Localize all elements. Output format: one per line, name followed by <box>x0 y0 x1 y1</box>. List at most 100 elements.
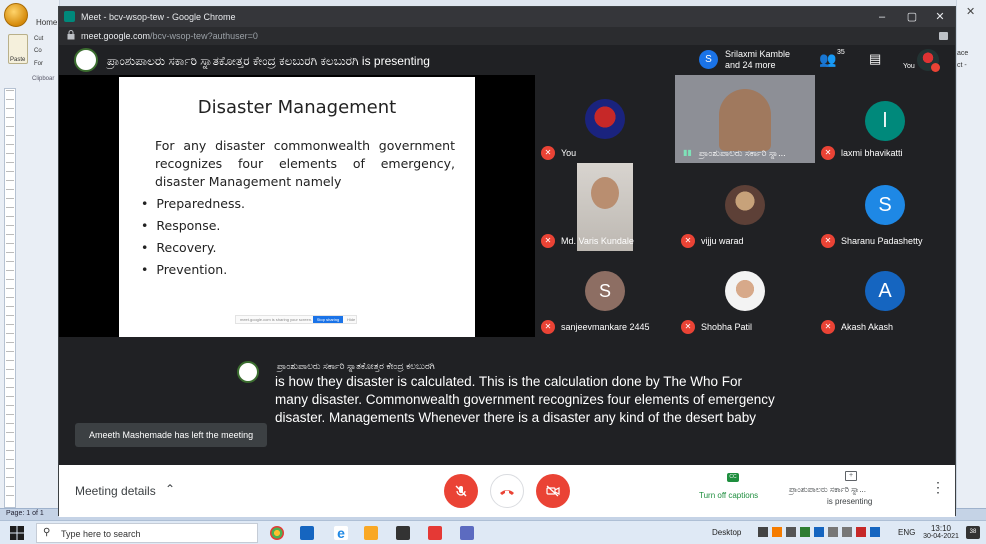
stop-sharing-button[interactable]: Stop sharing <box>313 316 343 323</box>
mic-muted-icon: ✕ <box>821 320 835 334</box>
microphone-off-icon <box>455 485 467 497</box>
tray-icon[interactable] <box>856 527 866 537</box>
app-taskbar-icon[interactable] <box>428 526 442 540</box>
participant-tile[interactable]: ✕ Shobha Patil <box>675 251 815 337</box>
mail-taskbar-icon[interactable] <box>300 526 314 540</box>
participant-tile[interactable]: l ✕ laxmi bhavikatti <box>815 75 955 163</box>
participant-tile[interactable]: S ✕ sanjeevmankare 2445 <box>535 251 675 337</box>
camera-off-button[interactable] <box>536 474 570 508</box>
participant-name: vijju warad <box>701 236 744 246</box>
participant-tile[interactable]: ▮▮ ಪ್ರಾಂಶುಪಾಲರು ಸರ್ಕಾರಿ ಸ್ನಾ... <box>675 75 815 163</box>
windows-taskbar: ⚲ Type here to search e Desktop ENG 13:1… <box>0 520 986 544</box>
file-explorer-taskbar-icon[interactable] <box>364 526 378 540</box>
you-label: You <box>903 63 915 70</box>
participant-avatar: l <box>865 101 905 141</box>
slide-bullet: Response. <box>141 218 220 233</box>
people-icon[interactable]: 👥 <box>819 51 836 68</box>
participant-tile[interactable]: ✕ Md. Varis Kundale <box>535 163 675 251</box>
url-text[interactable]: meet.google.com/bcv-wsop-tew?authuser=0 <box>81 31 258 41</box>
edge-taskbar-icon[interactable]: e <box>334 526 348 540</box>
ruler-ticks <box>6 90 14 504</box>
presenting-label: is presenting <box>827 497 873 506</box>
tray-icon[interactable] <box>758 527 768 537</box>
participant-name: Shobha Patil <box>701 322 753 332</box>
mic-muted-icon: ✕ <box>541 146 555 160</box>
word-replace-label[interactable]: ace <box>957 50 968 57</box>
desktop-toolbar-label[interactable]: Desktop <box>712 528 741 537</box>
participant-tile[interactable]: S ✕ Sharanu Padashetty <box>815 163 955 251</box>
participant-name: You <box>561 148 577 158</box>
url-path: /bcv-wsop-tew?authuser=0 <box>150 31 258 41</box>
leave-call-button[interactable] <box>490 474 524 508</box>
presenter-title: ಪ್ರಾಂಶುಪಾಲರು ಸರ್ಕಾರಿ ಸ್ನಾತಕೋತ್ತರ ಕೇಂದ್ರ … <box>107 54 430 69</box>
chrome-taskbar-icon[interactable] <box>270 526 284 540</box>
present-screen-icon[interactable]: + <box>845 471 857 481</box>
turn-off-captions-button[interactable]: Turn off captions <box>699 491 758 500</box>
url-host: meet.google.com <box>81 31 151 41</box>
participant-summary[interactable]: Srilaxmi Kamble and 24 more <box>725 49 790 71</box>
presentation-slide: Disaster Management For any disaster com… <box>119 77 475 337</box>
taskbar-search-box[interactable]: ⚲ Type here to search <box>36 523 258 543</box>
hide-notice-button[interactable]: Hide <box>347 317 355 322</box>
paste-label: Paste <box>10 57 26 63</box>
participant-name: ಪ್ರಾಂಶುಪಾಲರು ಸರ್ಕಾರಿ ಸ್ನಾ... <box>699 148 786 158</box>
tray-icon[interactable] <box>814 527 824 537</box>
participant-name: laxmi bhavikatti <box>841 148 903 158</box>
meet-app: ಪ್ರಾಂಶುಪಾಲರು ಸರ್ಕಾರಿ ಸ್ನಾತಕೋತ್ತರ ಕೇಂದ್ರ … <box>59 45 955 517</box>
meeting-details-button[interactable]: Meeting details <box>75 484 156 498</box>
dropbox-taskbar-icon[interactable] <box>396 526 410 540</box>
word-select-label[interactable]: ct - <box>957 62 967 69</box>
closed-captions-icon[interactable]: CC <box>727 473 739 482</box>
chat-icon[interactable]: ▤ <box>869 51 881 67</box>
tray-icon[interactable] <box>786 527 796 537</box>
summary-line-2: and 24 more <box>725 60 776 70</box>
windows-start-icon[interactable] <box>10 526 24 540</box>
meet-controls-bar: Meeting details ⌃ CC Turn off captions +… <box>59 465 955 517</box>
notifications-icon[interactable]: 38 <box>966 526 980 539</box>
participant-avatar <box>725 271 765 311</box>
presenting-suffix: is presenting <box>361 54 430 68</box>
language-indicator[interactable]: ENG <box>898 528 915 537</box>
toast-text: Ameeth Mashemade has left the meeting <box>89 430 254 440</box>
office-button-icon[interactable] <box>4 3 28 27</box>
slide-intro-text: For any disaster commonwealth government… <box>155 138 455 189</box>
word-taskbar-icon[interactable] <box>460 526 474 540</box>
hang-up-icon <box>500 490 514 495</box>
mic-muted-icon: ✕ <box>821 146 835 160</box>
mic-muted-icon: ✕ <box>681 320 695 334</box>
slide-bullet: Recovery. <box>141 240 216 255</box>
cast-icon[interactable] <box>939 32 948 40</box>
network-icon[interactable] <box>828 527 838 537</box>
clock-time[interactable]: 13:10 <box>922 524 960 533</box>
participant-avatar: S <box>865 185 905 225</box>
chrome-titlebar[interactable]: Meet - bcv-wsop-tew - Google Chrome – ▢ … <box>59 7 955 27</box>
close-window-button[interactable]: ✕ <box>925 8 955 26</box>
minimize-button[interactable]: – <box>867 8 897 26</box>
copy-button[interactable]: Co <box>34 48 42 54</box>
tray-icon[interactable] <box>870 527 880 537</box>
caption-text: is how they disaster is calculated. This… <box>275 374 775 425</box>
presenter-name: ಪ್ರಾಂಶುಪಾಲರು ಸರ್ಕಾರಿ ಸ್ನಾತಕೋತ್ತರ ಕೇಂದ್ರ … <box>107 54 359 68</box>
microphone-off-button[interactable] <box>444 474 478 508</box>
participant-tile[interactable]: ✕ You <box>535 75 675 163</box>
participant-tile[interactable]: A ✕ Akash Akash <box>815 251 955 337</box>
format-painter-button[interactable]: For <box>34 61 43 67</box>
search-placeholder: Type here to search <box>61 529 141 539</box>
tray-icon[interactable] <box>800 527 810 537</box>
lock-icon <box>67 30 75 40</box>
address-bar[interactable]: meet.google.com/bcv-wsop-tew?authuser=0 <box>59 27 955 45</box>
cut-button[interactable]: Cut <box>34 36 43 42</box>
more-options-icon[interactable]: ⋮ <box>931 479 945 496</box>
clock-date[interactable]: 30-04-2021 <box>922 533 960 540</box>
participant-avatar <box>725 185 765 225</box>
maximize-button[interactable]: ▢ <box>897 8 927 26</box>
presenting-name[interactable]: ಪ್ರಾಂಶುಪಾಲರು ಸರ್ಕಾರಿ ಸ್ನಾ... <box>789 485 866 495</box>
participant-tile[interactable]: ✕ vijju warad <box>675 163 815 251</box>
word-close-icon[interactable]: ✕ <box>966 5 975 18</box>
chevron-up-icon[interactable]: ⌃ <box>165 482 175 496</box>
chrome-window: Meet - bcv-wsop-tew - Google Chrome – ▢ … <box>58 6 956 517</box>
word-home-tab[interactable]: Home <box>36 18 57 27</box>
tray-icon[interactable] <box>772 527 782 537</box>
participant-summary-avatar[interactable]: S <box>699 50 718 69</box>
volume-icon[interactable] <box>842 527 852 537</box>
